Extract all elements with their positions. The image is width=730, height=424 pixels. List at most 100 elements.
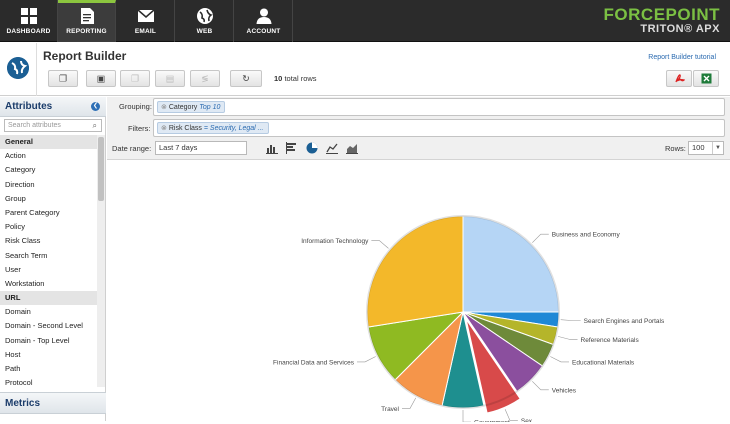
new-report-button[interactable]: ❐ [48, 70, 78, 87]
save-as-button[interactable]: ❒ [120, 70, 150, 87]
nav-account[interactable]: ACCOUNT [235, 0, 293, 42]
attribute-item[interactable]: Domain [0, 305, 97, 319]
pie-leader-line [371, 240, 389, 249]
attribute-item[interactable]: Group [0, 192, 97, 206]
dashboard-icon [20, 8, 37, 24]
metrics-header[interactable]: Metrics [0, 392, 106, 414]
filter-chip-value: = Security, Legal ... [203, 125, 264, 132]
export-excel-button[interactable] [693, 70, 719, 87]
attribute-item[interactable]: Search Term [0, 249, 97, 263]
pie-leader-line [402, 397, 417, 409]
copy-icon: ❒ [130, 73, 140, 83]
nav-email[interactable]: EMAIL [117, 0, 175, 42]
schedule-button[interactable]: ▤ [155, 70, 185, 87]
rows-select[interactable]: 100 ▼ [688, 141, 724, 155]
line-chart-icon[interactable] [326, 142, 338, 154]
pie-label-information-technology: Information Technology [301, 238, 369, 245]
grouping-chip[interactable]: ⊗ Category Top 10 [157, 101, 226, 113]
grouping-chip-value: Top 10 [199, 104, 221, 111]
pie-leader-line [532, 381, 549, 391]
search-placeholder: Search attributes [8, 122, 61, 129]
date-range-label: Date range: [112, 144, 152, 153]
rows-value: 100 [692, 143, 705, 152]
attribute-item[interactable]: Risk Class [0, 234, 97, 248]
export-pdf-button[interactable] [666, 70, 692, 87]
attribute-item[interactable]: Domain - Second Level [0, 319, 97, 333]
report-main-area: Grouping: ⊗ Category Top 10 Filters: ⊗ Ris… [107, 97, 730, 424]
open-folder-icon: ❐ [58, 73, 68, 83]
pie-leader-line [560, 319, 581, 321]
attribute-item[interactable]: Parent Category [0, 206, 97, 220]
share-button[interactable]: ≶ [190, 70, 220, 87]
pie-label-search-engines-and-portals: Search Engines and Portals [584, 318, 665, 325]
attributes-sidebar: Attributes ❮ Search attributes ⌕ General… [0, 97, 106, 421]
attributes-title: Attributes [5, 101, 53, 112]
pie-slice-business-and-economy[interactable] [462, 215, 560, 313]
chart-panel: Business and Economy Search Engines and P… [107, 159, 730, 424]
sidebar-scrollbar[interactable] [97, 135, 105, 387]
pie-chart-icon[interactable] [306, 142, 318, 154]
attribute-item[interactable]: Category [0, 163, 97, 177]
pie-label-business-and-economy: Business and Economy [552, 232, 621, 239]
filter-chip-name: Risk Class [168, 125, 202, 132]
nav-dashboard[interactable]: DASHBOARD [0, 0, 58, 42]
share-icon: ≶ [201, 73, 209, 83]
attribute-item[interactable]: Direction [0, 178, 97, 192]
search-attributes-input[interactable]: Search attributes ⌕ [4, 119, 102, 132]
pie-label-educational-materials: Educational Materials [572, 359, 635, 366]
attribute-item[interactable]: Domain - Top Level [0, 334, 97, 348]
total-rows-count: 10 [274, 74, 283, 83]
area-chart-icon[interactable] [346, 142, 358, 154]
attributes-header: Attributes ❮ [0, 97, 106, 117]
pie-chart: Business and Economy Search Engines and P… [273, 215, 665, 424]
remove-filter-icon[interactable]: ⊗ [161, 125, 167, 132]
metrics-title: Metrics [5, 398, 41, 409]
email-icon [137, 9, 154, 22]
attribute-item[interactable]: Path [0, 362, 97, 376]
horizontal-bar-icon[interactable] [286, 142, 298, 154]
page-title: Report Builder [43, 49, 127, 63]
scrollbar-thumb[interactable] [98, 137, 104, 201]
nav-reporting[interactable]: REPORTING [58, 0, 116, 42]
nav-account-label: ACCOUNT [246, 28, 281, 35]
remove-chip-icon[interactable]: ⊗ [161, 104, 167, 111]
excel-icon [701, 73, 712, 84]
date-range-select[interactable]: Last 7 days [155, 141, 247, 155]
pie-label-travel: Travel [381, 406, 399, 413]
grouping-chip-name: Category [168, 104, 198, 111]
total-rows-label: total rows [284, 74, 317, 83]
total-rows: 10 total rows [274, 74, 317, 83]
attribute-item[interactable]: Policy [0, 220, 97, 234]
save-icon: ▣ [96, 73, 106, 83]
attribute-item[interactable]: User [0, 263, 97, 277]
filter-chip[interactable]: ⊗ Risk Class = Security, Legal ... [157, 122, 269, 134]
rows-label: Rows: [665, 144, 686, 153]
save-button[interactable]: ▣ [86, 70, 116, 87]
pie-label-financial-data-and-services: Financial Data and Services [273, 359, 355, 366]
bar-chart-icon[interactable] [266, 142, 278, 154]
attribute-item[interactable]: Action [0, 149, 97, 163]
attribute-item[interactable]: Protocol [0, 376, 97, 390]
header-divider [36, 43, 37, 96]
filters-label: Filters: [128, 124, 151, 133]
attribute-item[interactable]: Host [0, 348, 97, 362]
nav-web[interactable]: WEB [176, 0, 234, 42]
attribute-item[interactable]: Workstation [0, 277, 97, 291]
pie-slice-information-technology[interactable] [366, 215, 464, 328]
pie-label-reference-materials: Reference Materials [581, 337, 640, 344]
page-header: Report Builder ❐ ▣ ❒ ▤ ≶ ↻ 10 total rows… [0, 43, 730, 96]
collapse-icon[interactable]: ❮ [91, 102, 100, 111]
pie-leader-line [356, 356, 376, 363]
user-icon [256, 8, 271, 24]
grouping-field[interactable]: ⊗ Category Top 10 [153, 98, 725, 116]
report-builder-globe-icon [7, 57, 29, 79]
attribute-group-header[interactable]: URL [0, 291, 97, 306]
pdf-icon [675, 74, 685, 83]
nav-dashboard-label: DASHBOARD [6, 28, 51, 35]
attribute-group-header[interactable]: General [0, 135, 97, 150]
pie-leader-line [532, 233, 549, 243]
filters-field[interactable]: ⊗ Risk Class = Security, Legal ... [153, 119, 725, 137]
report-icon [80, 8, 94, 24]
tutorial-link[interactable]: Report Builder tutorial [648, 54, 716, 61]
refresh-button[interactable]: ↻ [230, 70, 262, 87]
